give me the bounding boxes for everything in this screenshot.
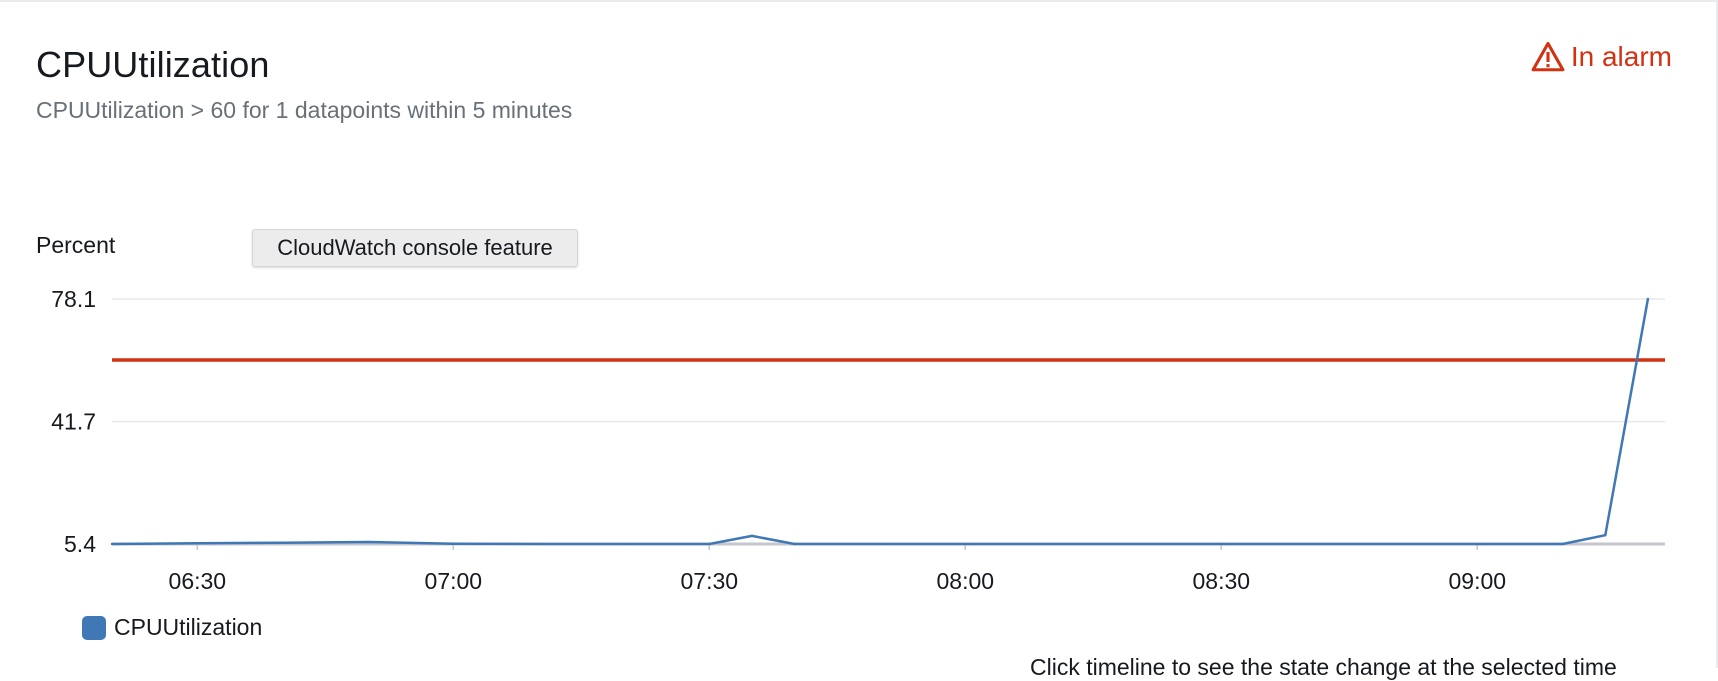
data-point [1561, 542, 1564, 546]
y-tick-label: 5.4 [64, 531, 96, 557]
data-point [110, 542, 114, 546]
data-point [622, 542, 626, 546]
x-tick-label: 07:30 [681, 568, 739, 594]
cpu-utilization-chart[interactable]: 78.1 41.7 5.4 06:30 07:00 07:30 08:00 08:30 09:0… [0, 2, 1718, 670]
data-point [793, 542, 796, 546]
x-tick-label: 07:00 [425, 568, 483, 594]
data-point [750, 534, 754, 538]
legend-swatch [82, 615, 106, 640]
data-point [452, 542, 455, 545]
x-tick-label: 08:00 [937, 568, 995, 594]
data-point [878, 542, 882, 546]
cloudwatch-console-feature-button[interactable]: CloudWatch console feature [252, 229, 578, 267]
y-tick-label: 41.7 [51, 409, 96, 435]
y-tick-label: 78.1 [51, 286, 96, 312]
data-point [1476, 542, 1479, 546]
x-tick-label: 09:00 [1448, 568, 1506, 594]
x-tick-label: 08:30 [1193, 568, 1251, 594]
data-point [1646, 297, 1650, 301]
data-point [708, 542, 711, 546]
data-point [366, 540, 370, 544]
chart-legend[interactable]: CPUUtilization [82, 614, 262, 641]
x-tick-label: 06:30 [169, 568, 227, 594]
data-point [1604, 534, 1607, 537]
data-point [1220, 542, 1223, 546]
data-point [537, 542, 540, 546]
legend-item-label: CPUUtilization [114, 614, 263, 640]
data-point [281, 541, 284, 544]
data-point [964, 542, 967, 546]
alarm-widget-card: CPUUtilization CPUUtilization > 60 for 1… [0, 0, 1718, 680]
data-point [196, 542, 199, 545]
